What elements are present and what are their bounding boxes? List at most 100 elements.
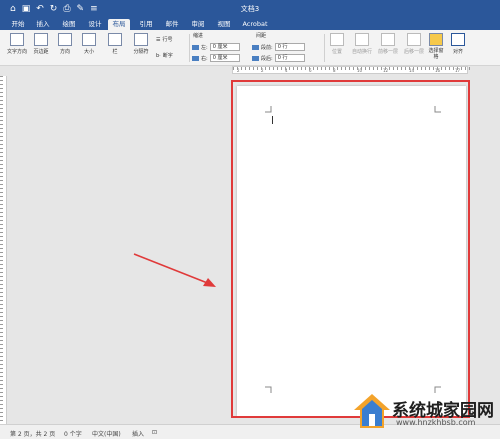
ruler-tick — [0, 84, 3, 85]
ruler-tick — [0, 312, 3, 313]
text-direction-icon — [10, 33, 24, 46]
ruler-tick — [0, 216, 3, 217]
ruler-tick — [301, 67, 302, 70]
tab-references[interactable]: 引用 — [136, 19, 156, 30]
text-direction-button[interactable]: 文字方向 — [4, 33, 30, 63]
indent-left-field[interactable]: 0 厘米 — [209, 43, 240, 51]
tab-home[interactable]: 开始 — [8, 19, 28, 30]
ruler-tick — [0, 144, 3, 145]
tab-view[interactable]: 视图 — [214, 19, 234, 30]
ruler-tick — [281, 67, 282, 70]
ribbon-separator — [324, 34, 325, 62]
position-button[interactable]: 位置 — [328, 33, 346, 63]
horizontal-ruler[interactable]: 2 2 4 6 8 10 12 14 16 17 — [232, 66, 470, 74]
indent-title: 缩进 — [193, 33, 204, 39]
tab-draw[interactable]: 绘图 — [59, 19, 79, 30]
ruler-tick — [245, 67, 246, 70]
status-mode[interactable]: 插入 — [132, 429, 144, 438]
ruler-tick — [425, 67, 426, 70]
ruler-tick — [0, 412, 3, 413]
size-button[interactable]: 大小 — [80, 33, 98, 63]
indent-left-row: 左: 0 厘米 — [192, 43, 240, 51]
ruler-tick — [461, 67, 462, 70]
bring-forward-button[interactable]: 前移一层 — [376, 33, 400, 63]
status-page[interactable]: 第 2 页，共 2 页 — [10, 429, 55, 438]
ruler-tick — [317, 67, 318, 70]
tab-mailings[interactable]: 邮件 — [162, 19, 182, 30]
indent-right-row: 右: 0 厘米 — [192, 54, 240, 62]
ruler-tick — [0, 100, 3, 101]
ruler-tick — [313, 67, 314, 70]
ruler-tick — [321, 67, 322, 70]
indent-right-field[interactable]: 0 厘米 — [209, 54, 240, 62]
ruler-tick — [0, 276, 3, 277]
ruler-tick — [377, 67, 378, 70]
columns-button[interactable]: 栏 — [106, 33, 124, 63]
ruler-tick — [0, 180, 3, 181]
tab-insert[interactable]: 插入 — [33, 19, 53, 30]
ruler-tick — [341, 67, 342, 70]
status-language[interactable]: 中文(中国) — [92, 429, 121, 438]
ruler-tick — [241, 67, 242, 70]
tab-layout[interactable]: 布局 — [108, 19, 130, 30]
ruler-tick — [0, 108, 3, 109]
wrap-text-button[interactable]: 自动换行 — [350, 33, 374, 63]
ruler-tick — [0, 360, 3, 361]
ruler-tick — [465, 67, 466, 70]
ruler-tick — [285, 67, 286, 70]
orientation-icon — [58, 33, 72, 46]
spacing-after-icon — [252, 55, 259, 61]
send-backward-button[interactable]: 后移一层 — [402, 33, 426, 63]
status-word-count[interactable]: 0 个字 — [64, 429, 82, 438]
ruler-tick — [429, 67, 430, 70]
ruler-tick — [369, 67, 370, 70]
ruler-tick — [289, 67, 290, 70]
ruler-tick — [309, 67, 310, 70]
ruler-tick — [257, 67, 258, 70]
ruler-tick — [0, 120, 3, 121]
breaks-button[interactable]: 分隔符 — [130, 33, 152, 63]
ruler-tick — [277, 67, 278, 70]
align-icon — [451, 33, 465, 46]
orientation-button[interactable]: 方向 — [56, 33, 74, 63]
ruler-tick — [0, 208, 3, 209]
tab-design[interactable]: 设计 — [85, 19, 105, 30]
ruler-tick — [421, 67, 422, 70]
vertical-ruler[interactable] — [0, 76, 7, 424]
ruler-tick — [441, 67, 442, 70]
ruler-tick — [0, 368, 3, 369]
ruler-tick — [0, 268, 3, 269]
hyphenation-button[interactable]: b· 断字 — [156, 52, 173, 60]
ruler-tick — [0, 228, 3, 229]
spacing-after-field[interactable]: 0 行 — [274, 54, 305, 62]
line-numbers-button[interactable]: ☰ 行号 — [156, 36, 173, 44]
watermark-logo-icon — [354, 394, 390, 428]
ruler-tick — [0, 404, 3, 405]
ruler-tick — [409, 67, 410, 70]
ruler-tick — [0, 408, 3, 409]
ruler-tick — [449, 67, 450, 70]
ruler-tick — [0, 88, 3, 89]
ruler-tick — [0, 256, 3, 257]
spacing-before-field[interactable]: 0 行 — [274, 43, 305, 51]
tab-review[interactable]: 审阅 — [188, 19, 208, 30]
margins-button[interactable]: 页边距 — [32, 33, 50, 63]
tab-acrobat[interactable]: Acrobat — [240, 19, 270, 30]
ruler-tick — [329, 67, 330, 70]
ruler-tick — [381, 67, 382, 70]
indent-left-icon — [192, 44, 199, 50]
ruler-tick — [0, 160, 3, 161]
align-button[interactable]: 对齐 — [450, 33, 466, 63]
ruler-tick — [0, 352, 3, 353]
ruler-tick — [0, 300, 3, 301]
document-title: 文档3 — [240, 5, 260, 13]
ruler-tick — [353, 67, 354, 70]
ruler-tick — [0, 364, 3, 365]
ruler-tick — [0, 272, 3, 273]
selection-pane-button[interactable]: 选择窗格 — [428, 33, 444, 63]
ruler-tick — [305, 67, 306, 70]
ruler-tick — [0, 396, 3, 397]
track-changes-icon[interactable]: ⊡ — [152, 429, 157, 436]
columns-icon — [108, 33, 122, 46]
ruler-tick — [261, 67, 262, 70]
